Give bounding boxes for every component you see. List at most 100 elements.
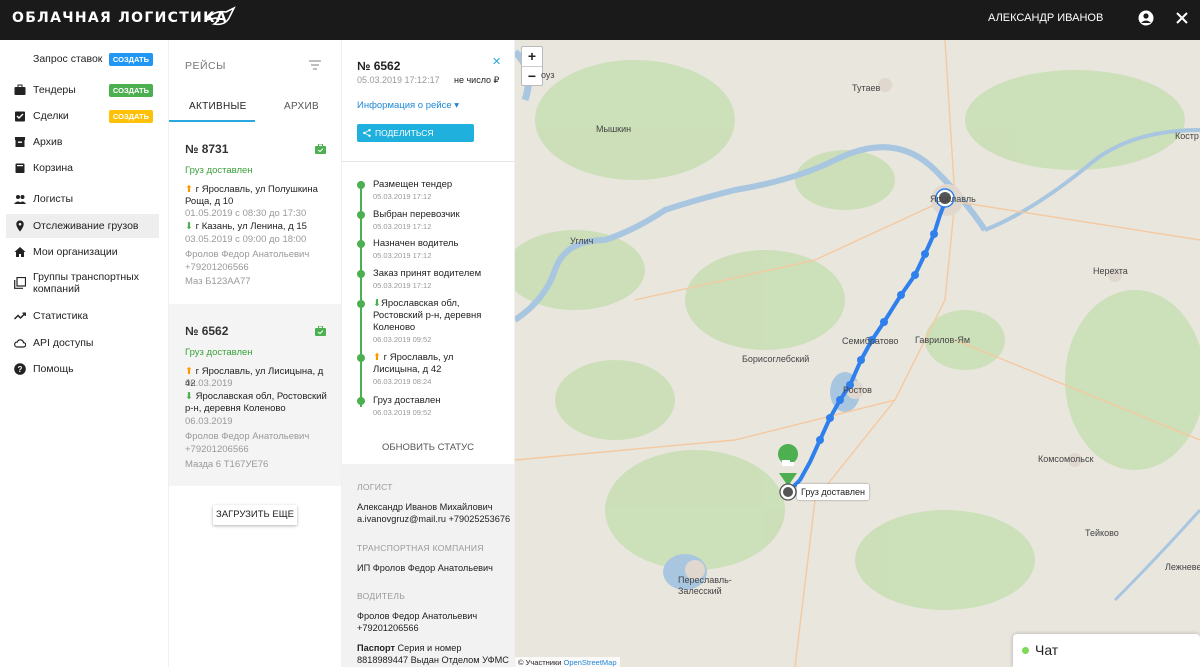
trip-number: № 6562 [185,324,229,338]
event-label: Размещен тендер [373,179,453,190]
event-time: 06.03.2019 08:24 [373,377,432,386]
account-icon[interactable] [1138,10,1154,26]
trip-info-dropdown[interactable]: Информация о рейсе ▾ [357,100,459,111]
map-label: Комсомольск [1038,454,1094,464]
event-label: Назначен водитель [373,238,459,249]
passport-label: Паспорт [357,643,395,653]
timeline-dot [357,354,365,362]
create-button[interactable]: СОЗДАТЬ [108,110,153,123]
detail-trip-number: № 6562 [357,59,401,73]
sidebar-item-my-organizations[interactable]: Мои организации [6,240,159,264]
user-name[interactable]: АЛЕКСАНДР ИВАНОВ [988,12,1103,24]
blank-icon [14,53,26,65]
upload-arrow-icon: ⬆ [373,352,384,363]
event-time: 05.03.2019 17:12 [373,192,432,201]
sidebar-item-rate-requests[interactable]: Запрос ставок СОЗДАТЬ [6,47,159,71]
logist-name: Александр Иванов Михайлович [357,502,493,512]
trip-to: ⬇ г Казань, ул Ленина, д 15 [185,221,330,233]
attribution-text: © Участники [518,658,562,667]
map-label: Ярославль [930,194,976,204]
map-attribution: © Участники OpenStreetMap [515,657,620,667]
help-icon: ? [14,363,26,375]
timeline-dot [357,397,365,405]
tab-archive[interactable]: АРХИВ [284,101,319,112]
detail-created-date: 05.03.2019 17:12:17 [357,75,440,85]
zoom-out-button[interactable]: − [522,66,542,85]
osm-link[interactable]: OpenStreetMap [564,658,617,667]
trips-title: РЕЙСЫ [185,60,226,72]
download-arrow-icon: ⬇ [185,391,196,402]
timeline-event: Заказ принят водителем 05.03.2019 17:12 [373,268,503,292]
share-link-button[interactable]: ПОДЕЛИТЬСЯ ССЫЛКОЙ [357,124,474,156]
upload-arrow-icon: ⬆ [185,366,196,377]
trip-card-selected[interactable]: № 6562 Груз доставлен ⬆ г Ярославль, ул … [169,304,341,486]
close-detail-icon[interactable]: ✕ [492,55,501,68]
sidebar-item-deals[interactable]: Сделки СОЗДАТЬ [6,104,159,128]
trip-phone: +79201206566 [185,262,249,273]
sidebar-item-archive[interactable]: Архив [6,130,159,154]
sidebar-item-help[interactable]: ? Помощь [6,357,159,381]
detail-info-section: ЛОГИСТ Александр Иванов Михайлович a.iva… [342,464,514,667]
map-label: Тутаев [852,83,881,93]
share-link-label: ПОДЕЛИТЬСЯ ССЫЛКОЙ [375,128,434,156]
trip-from-time: 06.03.2019 [185,378,233,389]
sidebar-item-transport-groups[interactable]: Группы транспортных компаний [6,268,159,298]
trip-number: № 8731 [185,142,229,156]
home-icon [14,247,26,257]
timeline-dot [357,211,365,219]
event-time: 06.03.2019 09:52 [373,335,432,344]
map-label: Гаврилов-Ям [915,335,971,345]
zoom-in-button[interactable]: + [522,47,542,66]
map-canvas[interactable] [515,40,1200,667]
trip-to-time: 06.03.2019 [185,416,233,427]
trip-info-label: Информация о рейсе [357,100,452,111]
download-arrow-icon: ⬇ [373,298,381,309]
create-button[interactable]: СОЗДАТЬ [108,53,153,66]
trips-panel: РЕЙСЫ АКТИВНЫЕ АРХИВ № 8731 Груз доставл… [169,40,341,667]
map-label: оуз [541,70,555,80]
event-label: Выбран перевозчик [373,209,460,220]
chevron-down-icon: ▾ [451,100,460,111]
create-button[interactable]: СОЗДАТЬ [108,84,153,97]
sidebar-item-tenders[interactable]: Тендеры СОЗДАТЬ [6,78,159,102]
trip-driver: Фролов Федор Анатольевич [185,249,310,260]
timeline-event: Груз доставлен 06.03.2019 09:52 [373,395,503,419]
sidebar-item-api-access[interactable]: API доступы [6,331,159,355]
filter-icon[interactable] [309,60,321,70]
sidebar-item-trash[interactable]: Корзина [6,156,159,180]
map-label: Борисоглебский [742,354,810,364]
map-label: Углич [570,236,594,246]
tab-active[interactable]: АКТИВНЫЕ [189,101,247,112]
logist-heading: ЛОГИСТ [357,482,393,492]
map-label: Ростов [843,385,872,395]
close-icon[interactable] [1174,10,1190,26]
sidebar-item-statistics[interactable]: Статистика [6,304,159,328]
timeline-dot [357,240,365,248]
trip-from-address: г Ярославль, ул Полушкина Роща, д 10 [185,184,318,207]
driver-name: Фролов Федор Анатольевич [357,611,478,621]
timeline-dot [357,270,365,278]
sidebar-item-cargo-tracking[interactable]: Отслеживание грузов [6,214,159,238]
share-icon [363,129,371,137]
load-more-button[interactable]: ЗАГРУЗИТЬ ЕЩЕ [213,505,297,525]
sidebar-item-logists[interactable]: Логисты [6,187,159,211]
trip-card[interactable]: № 8731 Груз доставлен ⬆ г Ярославль, ул … [169,122,341,303]
map-view[interactable]: + − Тутаев Мышкин Углич Ярославль Нерехт… [515,40,1200,667]
map-label: Тейково [1085,528,1119,538]
marker-tooltip: Груз доставлен [797,484,869,500]
trip-to-time: 03.05.2019 с 09:00 до 18:00 [185,234,307,245]
update-status-button[interactable]: ОБНОВИТЬ СТАТУС [342,442,514,453]
event-time: 06.03.2019 09:52 [373,408,432,417]
trip-from: ⬆ г Ярославль, ул Полушкина Роща, д 10 [185,184,330,208]
sidebar-item-label: Статистика [33,310,89,322]
driver-heading: ВОДИТЕЛЬ [357,591,406,601]
trip-vehicle: Мазда 6 Т167УЕ76 [185,459,269,470]
download-arrow-icon: ⬇ [185,221,196,232]
chat-widget[interactable]: Чат [1013,634,1200,667]
map-label: Нерехта [1093,266,1128,276]
trip-status: Груз доставлен [185,165,253,176]
trash-icon [15,163,25,173]
bird-logo-icon [204,6,236,26]
app-logo-text[interactable]: ОБЛАЧНАЯ ЛОГИСТИКА [12,10,228,26]
online-status-icon [1022,647,1029,654]
